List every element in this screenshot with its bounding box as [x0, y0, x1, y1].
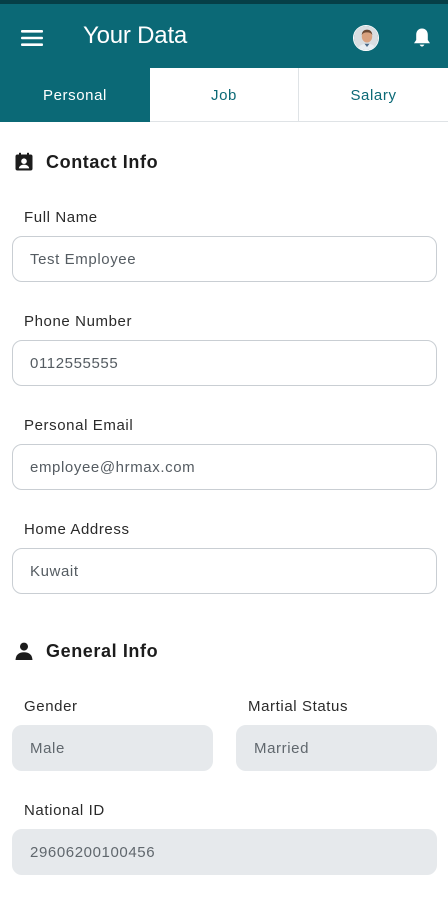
gender-field: [12, 725, 213, 771]
marital-status-field: [236, 725, 437, 771]
personal-email-label: Personal Email: [24, 417, 134, 434]
contact-info-header: Contact Info: [13, 150, 158, 174]
person-icon: [13, 640, 35, 662]
phone-number-field[interactable]: [12, 340, 437, 386]
contact-info-title: Contact Info: [46, 151, 159, 172]
notifications-button[interactable]: [406, 22, 438, 54]
contact-card-icon: [13, 151, 35, 173]
full-name-field[interactable]: [12, 236, 437, 282]
page-title: Your Data: [83, 22, 188, 49]
tab-personal[interactable]: Personal: [0, 68, 150, 122]
user-avatar[interactable]: [353, 25, 379, 51]
bell-icon: [414, 28, 430, 47]
general-info-header: General Info: [13, 639, 158, 663]
app-bar: Your Data: [0, 0, 448, 68]
avatar-image: [354, 26, 378, 50]
gender-label: Gender: [24, 698, 78, 715]
tab-job[interactable]: Job: [150, 68, 298, 122]
tab-bar: Personal Job Salary: [0, 68, 448, 122]
personal-email-field[interactable]: [12, 444, 437, 490]
national-id-field: [12, 829, 437, 875]
general-info-title: General Info: [46, 640, 159, 661]
hamburger-menu-icon: [21, 30, 43, 46]
tab-salary[interactable]: Salary: [298, 68, 448, 122]
phone-number-label: Phone Number: [24, 313, 133, 330]
marital-status-label: Martial Status: [248, 698, 349, 715]
menu-button[interactable]: [14, 20, 50, 56]
national-id-label: National ID: [24, 802, 105, 819]
full-name-label: Full Name: [24, 209, 98, 226]
home-address-field[interactable]: [12, 548, 437, 594]
home-address-label: Home Address: [24, 521, 130, 538]
